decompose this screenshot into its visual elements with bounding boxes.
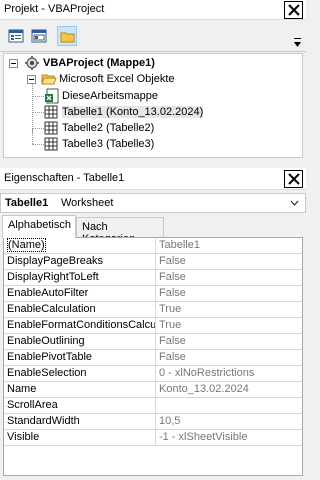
property-row[interactable]: Visible -1 - xlSheetVisible bbox=[4, 430, 302, 446]
property-key: EnableSelection bbox=[4, 366, 156, 381]
property-row[interactable]: EnableCalculation True bbox=[4, 302, 302, 318]
object-type: Worksheet bbox=[61, 197, 114, 209]
property-key: EnablePivotTable bbox=[4, 350, 156, 365]
property-key: EnableCalculation bbox=[4, 302, 156, 317]
property-value[interactable]: 0 - xlNoRestrictions bbox=[157, 366, 302, 381]
pane-splitter[interactable] bbox=[0, 160, 306, 166]
tab-alphabetisch[interactable]: Alphabetisch bbox=[2, 215, 76, 238]
property-grid[interactable]: (Name) Tabelle1 DisplayPageBreaks False … bbox=[3, 237, 303, 476]
property-value[interactable]: False bbox=[157, 254, 302, 269]
property-value[interactable]: -1 - xlSheetVisible bbox=[157, 430, 302, 445]
project-tree[interactable]: VBAProject (Mappe1) Microsoft Excel Obje… bbox=[3, 53, 303, 158]
property-value[interactable]: Tabelle1 bbox=[157, 238, 302, 253]
property-key: EnableOutlining bbox=[4, 334, 156, 349]
view-code-icon bbox=[8, 29, 24, 43]
property-row[interactable]: (Name) Tabelle1 bbox=[4, 238, 302, 254]
property-value[interactable]: False bbox=[157, 350, 302, 365]
folder-icon bbox=[60, 32, 75, 43]
property-row[interactable]: EnableFormatConditionsCalculation True bbox=[4, 318, 302, 334]
object-selector[interactable]: Tabelle1 Worksheet bbox=[0, 193, 306, 213]
tree-node-label: Tabelle3 (Tabelle3) bbox=[62, 138, 155, 150]
property-row[interactable]: EnableOutlining False bbox=[4, 334, 302, 350]
property-key: EnableAutoFilter bbox=[4, 286, 156, 301]
property-key: DisplayPageBreaks bbox=[4, 254, 156, 269]
collapse-toggle[interactable] bbox=[9, 59, 18, 68]
view-object-button[interactable] bbox=[29, 26, 49, 46]
property-key: EnableFormatConditionsCalculation bbox=[4, 318, 156, 333]
property-value[interactable]: True bbox=[157, 318, 302, 333]
property-row[interactable]: DisplayPageBreaks False bbox=[4, 254, 302, 270]
property-row[interactable]: EnableAutoFilter False bbox=[4, 286, 302, 302]
property-key: ScrollArea bbox=[4, 398, 156, 413]
open-folder-icon bbox=[41, 74, 57, 85]
tree-node-tabelle3[interactable]: Tabelle3 (Tabelle3) bbox=[44, 136, 294, 153]
worksheet-icon bbox=[44, 105, 58, 119]
property-value[interactable]: 10,5 bbox=[157, 414, 302, 429]
object-name: Tabelle1 bbox=[5, 197, 49, 209]
property-row[interactable]: EnablePivotTable False bbox=[4, 350, 302, 366]
close-icon bbox=[288, 173, 300, 185]
project-pane-title: Projekt - VBAProject bbox=[4, 3, 105, 15]
property-key: StandardWidth bbox=[4, 414, 156, 429]
toolbar-scroll-arrow[interactable] bbox=[294, 38, 301, 51]
tree-node-tabelle1[interactable]: Tabelle1 (Konto_13.02.2024) bbox=[44, 104, 294, 121]
tree-node-label: Microsoft Excel Objekte bbox=[59, 73, 175, 85]
property-key: Visible bbox=[4, 430, 156, 445]
project-toolbar bbox=[0, 21, 306, 52]
tree-node-label: DieseArbeitsmappe bbox=[62, 90, 158, 102]
view-object-icon bbox=[31, 29, 47, 43]
tab-nach-kategorien[interactable]: Nach Kategorien bbox=[76, 217, 164, 245]
worksheet-icon bbox=[44, 121, 58, 135]
property-row[interactable]: Name Konto_13.02.2024 bbox=[4, 382, 302, 398]
project-pane-titlebar: Projekt - VBAProject bbox=[0, 0, 306, 20]
collapse-toggle[interactable] bbox=[27, 75, 36, 84]
property-value[interactable]: Konto_13.02.2024 bbox=[157, 382, 302, 397]
property-key: (Name) bbox=[7, 238, 46, 252]
tree-node-tabelle2[interactable]: Tabelle2 (Tabelle2) bbox=[44, 120, 294, 137]
tree-node-label: VBAProject (Mappe1) bbox=[43, 57, 155, 69]
property-value[interactable]: False bbox=[157, 270, 302, 285]
property-row[interactable]: StandardWidth 10,5 bbox=[4, 414, 302, 430]
property-value[interactable]: True bbox=[157, 302, 302, 317]
vba-project-icon bbox=[25, 56, 39, 70]
worksheet-icon bbox=[44, 137, 58, 151]
property-row[interactable]: ScrollArea bbox=[4, 398, 302, 414]
tree-node-label: Tabelle2 (Tabelle2) bbox=[62, 122, 155, 134]
property-value[interactable]: False bbox=[157, 286, 302, 301]
view-code-button[interactable] bbox=[6, 26, 26, 46]
excel-workbook-icon bbox=[45, 88, 59, 104]
properties-pane-title: Eigenschaften - Tabelle1 bbox=[4, 172, 125, 184]
property-value[interactable]: False bbox=[157, 334, 302, 349]
property-key: DisplayRightToLeft bbox=[4, 270, 156, 285]
property-row[interactable]: EnableSelection 0 - xlNoRestrictions bbox=[4, 366, 302, 382]
close-icon bbox=[288, 4, 300, 16]
properties-pane-titlebar: Eigenschaften - Tabelle1 bbox=[0, 168, 306, 190]
tree-node-excel-objects[interactable]: Microsoft Excel Objekte bbox=[25, 71, 295, 88]
tree-node-label: Tabelle1 (Konto_13.02.2024) bbox=[62, 106, 204, 118]
tree-node-vbaproject[interactable]: VBAProject (Mappe1) bbox=[7, 55, 297, 72]
properties-tabs: Alphabetisch Nach Kategorien bbox=[0, 215, 306, 245]
properties-pane-close-button[interactable] bbox=[284, 170, 303, 188]
project-pane-close-button[interactable] bbox=[284, 1, 303, 19]
toggle-folders-button[interactable] bbox=[57, 26, 77, 46]
property-row[interactable]: DisplayRightToLeft False bbox=[4, 270, 302, 286]
property-value[interactable] bbox=[157, 398, 302, 413]
tree-node-workbook[interactable]: DieseArbeitsmappe bbox=[44, 88, 294, 105]
property-key: Name bbox=[4, 382, 156, 397]
arrow-down-icon bbox=[294, 38, 301, 47]
chevron-down-icon bbox=[290, 200, 299, 206]
